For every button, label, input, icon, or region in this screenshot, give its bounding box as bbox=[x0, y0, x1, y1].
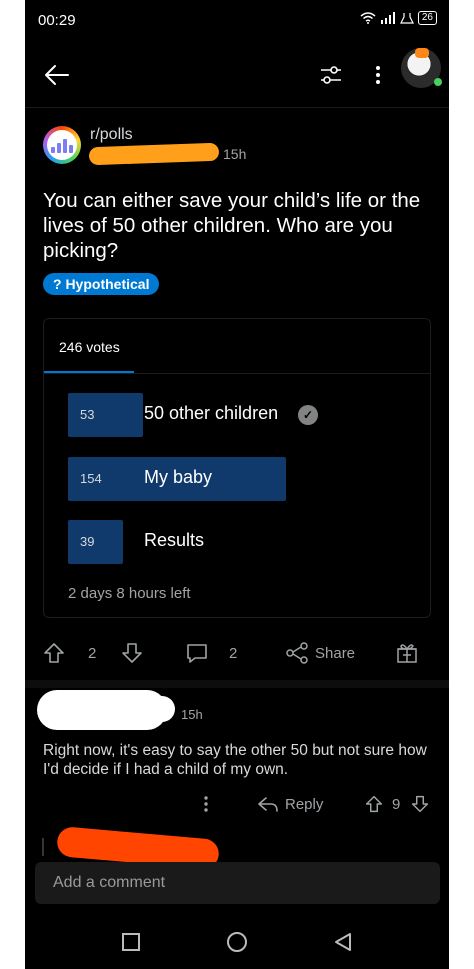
upvote-button[interactable] bbox=[43, 635, 65, 671]
comment-text: Right now, it's easy to say the other 50… bbox=[43, 742, 427, 778]
share-button[interactable]: Share bbox=[285, 635, 355, 671]
gift-icon bbox=[397, 644, 417, 663]
comment-count: 2 bbox=[229, 644, 238, 662]
circle-icon bbox=[227, 932, 247, 952]
poll-option-count: 53 bbox=[80, 407, 95, 422]
comment-bubble-icon bbox=[187, 644, 207, 663]
poll-option-label: Results bbox=[144, 530, 205, 550]
square-icon bbox=[122, 933, 140, 951]
checkmark-icon: ✓ bbox=[298, 405, 318, 425]
comment-downvote-button[interactable] bbox=[411, 789, 429, 819]
award-button[interactable] bbox=[395, 635, 419, 671]
top-bar bbox=[25, 45, 449, 105]
reply-label: Reply bbox=[285, 795, 324, 813]
comment-more-button[interactable] bbox=[203, 789, 209, 819]
post-flair[interactable]: ? Hypothetical bbox=[43, 273, 160, 295]
online-indicator bbox=[434, 78, 442, 86]
system-back-button[interactable] bbox=[331, 930, 355, 954]
triangle-back-icon bbox=[335, 933, 351, 951]
status-time: 00:29 bbox=[38, 12, 76, 29]
share-label: Share bbox=[315, 644, 356, 662]
upvote-arrow-icon bbox=[365, 795, 383, 813]
votes-tab[interactable]: 246 votes bbox=[44, 319, 134, 374]
back-button[interactable] bbox=[41, 59, 73, 91]
redacted-username bbox=[88, 142, 220, 166]
comment-score: 9 bbox=[392, 795, 401, 813]
upvote-arrow-icon bbox=[44, 643, 64, 663]
user-avatar[interactable] bbox=[401, 48, 442, 88]
status-bar: 00:29 26 bbox=[25, 0, 449, 40]
wifi-icon bbox=[360, 12, 376, 24]
poll-card: 246 votes 53 50 other children ✓ 154 My … bbox=[43, 318, 431, 618]
poll-time-left: 2 days 8 hours left bbox=[68, 585, 191, 602]
header-divider bbox=[25, 107, 449, 108]
subreddit-name[interactable]: r/polls bbox=[90, 126, 133, 144]
more-options-button[interactable] bbox=[362, 59, 394, 91]
kebab-menu-icon bbox=[204, 796, 208, 812]
downvote-button[interactable] bbox=[121, 635, 143, 671]
comment-action-bar: Reply 9 bbox=[25, 789, 449, 819]
reply-button[interactable]: Reply bbox=[257, 789, 323, 819]
poll-option-bar bbox=[68, 520, 123, 564]
signal-icon bbox=[380, 12, 395, 24]
thread-line bbox=[42, 838, 44, 856]
votes-count: 246 votes bbox=[59, 339, 120, 355]
subreddit-icon[interactable] bbox=[43, 126, 81, 164]
poll-option-count: 39 bbox=[80, 534, 95, 549]
flask-icon bbox=[399, 13, 414, 24]
poll-option-label: My baby bbox=[144, 467, 213, 487]
recents-button[interactable] bbox=[119, 930, 143, 954]
battery-icon: 26 bbox=[417, 11, 437, 25]
downvote-arrow-icon bbox=[122, 643, 142, 663]
post-title: You can either save your child’s life or… bbox=[43, 189, 421, 262]
post-age: 15h bbox=[223, 146, 247, 162]
sliders-icon bbox=[321, 66, 341, 84]
system-nav-bar bbox=[25, 918, 449, 964]
share-icon bbox=[286, 642, 308, 664]
comment-upvote-button[interactable] bbox=[365, 789, 383, 819]
reply-arrow-icon bbox=[258, 797, 278, 812]
avatar-accessory bbox=[415, 48, 429, 58]
section-divider bbox=[25, 680, 449, 688]
status-icons: 26 bbox=[360, 11, 437, 25]
add-comment-input[interactable] bbox=[35, 862, 440, 904]
kebab-menu-icon bbox=[376, 66, 380, 84]
downvote-arrow-icon bbox=[411, 795, 429, 813]
home-button[interactable] bbox=[225, 930, 249, 954]
poll-option-label: 50 other children bbox=[144, 403, 279, 423]
poll-option-count: 154 bbox=[80, 471, 102, 486]
post-action-bar: 2 2 Share bbox=[25, 635, 449, 671]
back-arrow-icon bbox=[45, 65, 69, 85]
app-screen: 00:29 26 r/polls 15h You can either save… bbox=[25, 0, 449, 969]
vote-score: 2 bbox=[88, 644, 97, 662]
sort-filter-button[interactable] bbox=[315, 59, 347, 91]
comment-composer[interactable] bbox=[35, 862, 440, 904]
comments-button[interactable]: 2 bbox=[185, 635, 237, 671]
comment-age: 15h bbox=[181, 707, 203, 722]
